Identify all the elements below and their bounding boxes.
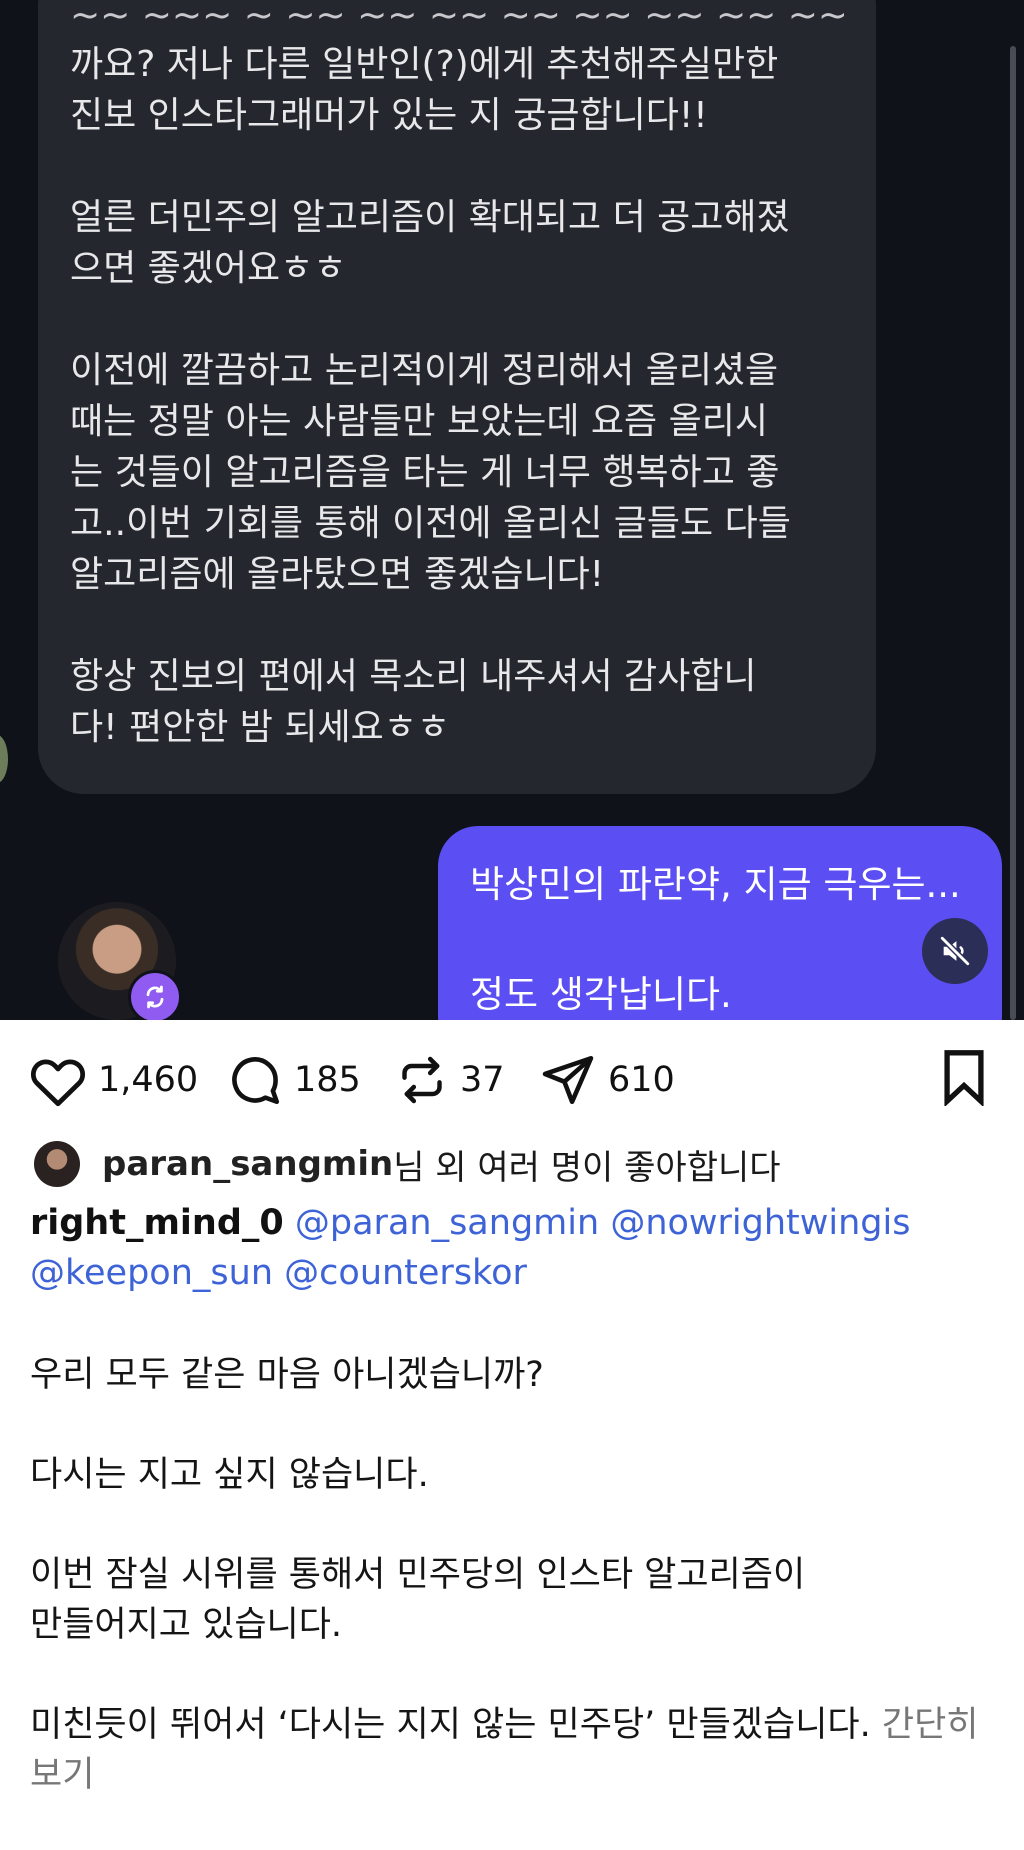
mention-link[interactable]: @keepon_sun	[30, 1253, 273, 1293]
bookmark-icon	[944, 1050, 984, 1108]
repost-button[interactable]: 37	[394, 1050, 505, 1110]
liker-username[interactable]: paran_sangmin	[102, 1144, 393, 1184]
message-line: 항상 진보의 편에서 목소리 내주셔서 감사합니	[70, 656, 757, 697]
message-line: 얼른 더민주의 알고리즘이 확대되고 더 공고해졌	[70, 197, 790, 238]
body-paragraph: 우리 모두 같은 마음 아니겠습니까?	[30, 1350, 1020, 1400]
heart-icon	[30, 1059, 86, 1107]
mute-button[interactable]	[922, 918, 988, 984]
post-caption: right_mind_0 @paran_sangmin @nowrightwin…	[30, 1198, 1010, 1298]
liked-by-row[interactable]: paran_sangmin 님 외 여러 명이 좋아합니다	[34, 1140, 781, 1188]
message-line: 는 것들이 알고리즘을 타는 게 너무 행복하고 좋	[70, 452, 780, 493]
body-line: 우리 모두 같은 마음 아니겠습니까?	[30, 1355, 544, 1395]
body-paragraph: 미친듯이 뛰어서 ‘다시는 지지 않는 민주당’ 만들겠습니다. 간단히 보기	[30, 1700, 1020, 1800]
message-line: 으면 좋겠어요ㅎㅎ	[70, 248, 347, 289]
repost-icon	[146, 985, 164, 1009]
liker-avatar	[34, 1141, 80, 1187]
repost-count: 37	[460, 1060, 505, 1100]
message-line-partial: ~~ ~~~ ~ ~~ ~~ ~~ ~~ ~~ ~~ ~~ ~~~ ~~	[70, 0, 844, 36]
message-line: 다! 편안한 밤 되세요ㅎㅎ	[70, 707, 450, 748]
message-paragraph: 얼른 더민주의 알고리즘이 확대되고 더 공고해졌 으면 좋겠어요ㅎㅎ	[70, 192, 844, 294]
dm-screenshot: ~~ ~~~ ~ ~~ ~~ ~~ ~~ ~~ ~~ ~~ ~~~ ~~ 까요?…	[0, 0, 1024, 1020]
share-count: 610	[608, 1060, 675, 1100]
share-button[interactable]: 610	[538, 1050, 675, 1110]
send-paper-plane-icon	[542, 1055, 594, 1105]
mention-link[interactable]: @counterskor	[284, 1253, 527, 1293]
like-button[interactable]: 1,460	[28, 1050, 198, 1110]
body-paragraph: 다시는 지고 싶지 않습니다.	[30, 1450, 1020, 1500]
message-paragraph: 까요? 저나 다른 일반인(?)에게 추천해주실만한 진보 인스타그래머가 있는…	[70, 39, 844, 141]
message-line: 알고리즘에 올라탔으면 좋겠습니다!	[70, 554, 605, 595]
comment-count: 185	[294, 1060, 361, 1100]
outgoing-message-line: 정도 생각납니다.	[470, 973, 732, 1016]
mention-link[interactable]: @paran_sangmin	[295, 1203, 599, 1243]
body-line: 이번 잠실 시위를 통해서 민주당의 인스타 알고리즘이	[30, 1555, 806, 1595]
body-line: 미친듯이 뛰어서 ‘다시는 지지 않는 민주당’ 만들겠습니다.	[30, 1705, 871, 1745]
post-action-bar: 1,460 185 37 610	[0, 1050, 1024, 1110]
scrollbar[interactable]	[1010, 46, 1016, 1020]
message-line: 까요? 저나 다른 일반인(?)에게 추천해주실만한	[70, 44, 779, 85]
comment-bubble-icon	[232, 1057, 280, 1105]
liked-by-text: 님 외 여러 명이 좋아합니다	[393, 1147, 781, 1188]
outgoing-message-bubble[interactable]: 박상민의 파란약, 지금 극우는... 정도 생각납니다.	[438, 826, 1002, 1020]
body-line: 만들어지고 있습니다.	[30, 1605, 343, 1645]
message-paragraph: 항상 진보의 편에서 목소리 내주셔서 감사합니 다! 편안한 밤 되세요ㅎㅎ	[70, 651, 844, 753]
message-paragraph: 이전에 깔끔하고 논리적이게 정리해서 올리셨을 때는 정말 아는 사람들만 보…	[70, 345, 844, 600]
save-button[interactable]	[938, 1048, 990, 1110]
comment-button[interactable]: 185	[226, 1050, 361, 1110]
repost-arrows-icon	[402, 1056, 442, 1104]
author-username[interactable]: right_mind_0	[30, 1203, 284, 1243]
like-count: 1,460	[98, 1060, 199, 1100]
message-line: 이전에 깔끔하고 논리적이게 정리해서 올리셨을	[70, 350, 779, 391]
outgoing-message-line: 박상민의 파란약, 지금 극우는...	[470, 863, 961, 906]
speaker-muted-icon	[939, 935, 971, 967]
message-line: 고..이번 기회를 통해 이전에 올리신 글들도 다들	[70, 503, 791, 544]
body-line: 다시는 지고 싶지 않습니다.	[30, 1455, 429, 1495]
sender-avatar	[0, 735, 8, 783]
mention-link[interactable]: @nowrightwingis	[610, 1203, 910, 1243]
message-line: 진보 인스타그래머가 있는 지 궁금합니다!!	[70, 95, 708, 136]
incoming-message-bubble: ~~ ~~~ ~ ~~ ~~ ~~ ~~ ~~ ~~ ~~ ~~~ ~~ 까요?…	[38, 0, 876, 794]
repost-badge	[128, 970, 182, 1020]
post-body: 우리 모두 같은 마음 아니겠습니까? 다시는 지고 싶지 않습니다. 이번 잠…	[30, 1350, 1020, 1850]
show-less-link-continued[interactable]: 보기	[30, 1750, 1020, 1800]
body-paragraph: 이번 잠실 시위를 통해서 민주당의 인스타 알고리즘이 만들어지고 있습니다.	[30, 1550, 1020, 1650]
message-line: 때는 정말 아는 사람들만 보았는데 요즘 올리시	[70, 401, 768, 442]
show-less-link[interactable]: 간단히	[882, 1705, 979, 1745]
